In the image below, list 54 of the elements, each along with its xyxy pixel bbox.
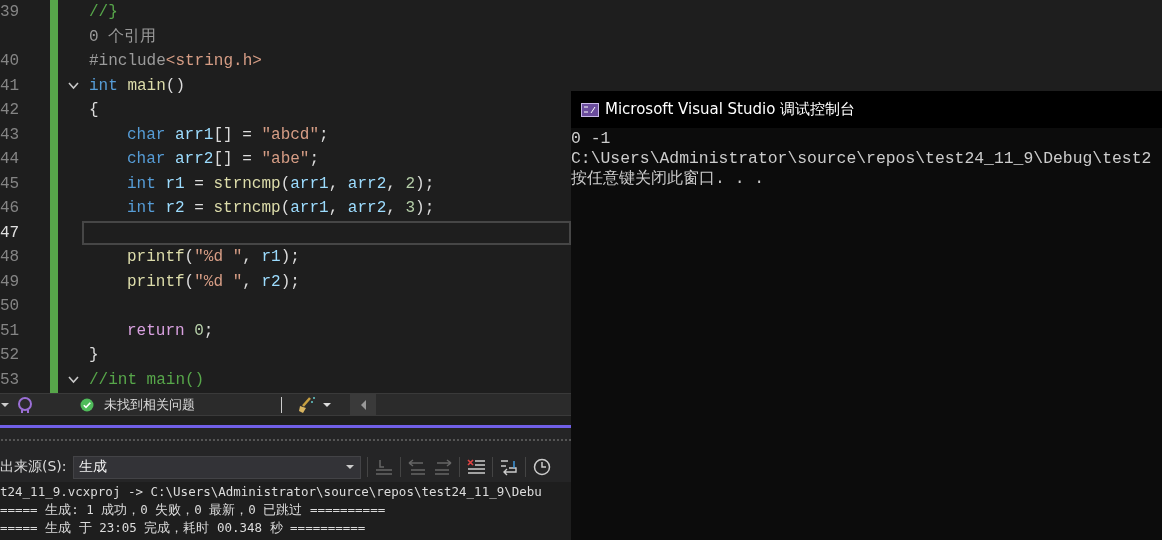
code-line: char arr2[] = "abe";	[126, 149, 321, 171]
console-line: C:\Users\Administrator\source\repos\test24_11_9\Debug\test2	[571, 149, 1153, 169]
console-app-icon	[581, 102, 599, 117]
line-number: 39	[0, 3, 20, 22]
check-icon	[80, 397, 94, 412]
line-number: 51	[0, 321, 20, 340]
caret-icon	[322, 401, 332, 408]
issues-status[interactable]: 未找到相关问题	[104, 395, 195, 414]
output-line: ===== 生成 于 23:05 完成，耗时 00.348 秒 ==========	[0, 519, 367, 537]
output-source-dropdown[interactable]: 生成	[72, 455, 361, 479]
scroll-left-icon	[359, 398, 367, 411]
line-number: 41	[0, 76, 20, 95]
next-icon[interactable]	[432, 458, 453, 476]
clock-icon[interactable]	[531, 458, 552, 476]
brush-icon	[298, 395, 316, 414]
line-number: 46	[0, 199, 20, 218]
line-number: 47	[0, 223, 20, 242]
chevron-icon[interactable]	[66, 374, 80, 386]
code-line: char arr1[] = "abcd";	[126, 124, 330, 146]
line-number: 43	[0, 125, 20, 144]
code-line: int r2 = strncmp(arr1, arr2, 3);	[126, 198, 436, 220]
chevron-icon[interactable]	[66, 80, 80, 92]
caret-icon	[345, 465, 354, 469]
line-number: 40	[0, 52, 20, 71]
code-line: //}	[88, 2, 119, 24]
output-line: t24_11_9.vcxproj -> C:\Users\Administrator\source\repos\test24_11_9\Debu	[0, 483, 543, 501]
line-number: 50	[0, 297, 20, 316]
line-number: 49	[0, 272, 20, 291]
console-line: 按任意键关闭此窗口. . .	[571, 169, 766, 189]
word-wrap-icon[interactable]	[498, 458, 519, 476]
clear-all-icon[interactable]	[465, 458, 486, 476]
line-number: 48	[0, 248, 20, 267]
code-line: //int main()	[88, 369, 206, 391]
line-number: 42	[0, 101, 20, 120]
window-title: Microsoft Visual Studio 调试控制台	[605, 100, 856, 119]
line-number: 52	[0, 346, 20, 365]
caret-icon	[0, 401, 10, 408]
output-source-label: 出来源(S):	[0, 458, 67, 476]
code-line: printf("%d ", r1);	[126, 247, 301, 269]
lightbulb-icon	[16, 395, 34, 414]
line-number: 53	[0, 370, 20, 389]
code-line: }	[88, 345, 100, 367]
previous-icon[interactable]	[406, 458, 427, 476]
line-number: 45	[0, 174, 20, 193]
reference-count-link[interactable]: 0 个引用	[82, 26, 571, 48]
code-line: #include<string.h>	[88, 51, 263, 73]
code-line: return 0;	[126, 320, 215, 342]
output-line: ===== 生成: 1 成功，0 失败，0 最新，0 已跳过 ==========	[0, 501, 387, 519]
code-line: int r1 = strncmp(arr1, arr2, 2);	[126, 173, 436, 195]
code-line: {	[88, 100, 100, 122]
console-line: 0 -1	[571, 129, 612, 149]
line-number: 44	[0, 150, 20, 169]
code-line: int main()	[88, 75, 186, 97]
code-line: printf("%d ", r2);	[126, 271, 301, 293]
